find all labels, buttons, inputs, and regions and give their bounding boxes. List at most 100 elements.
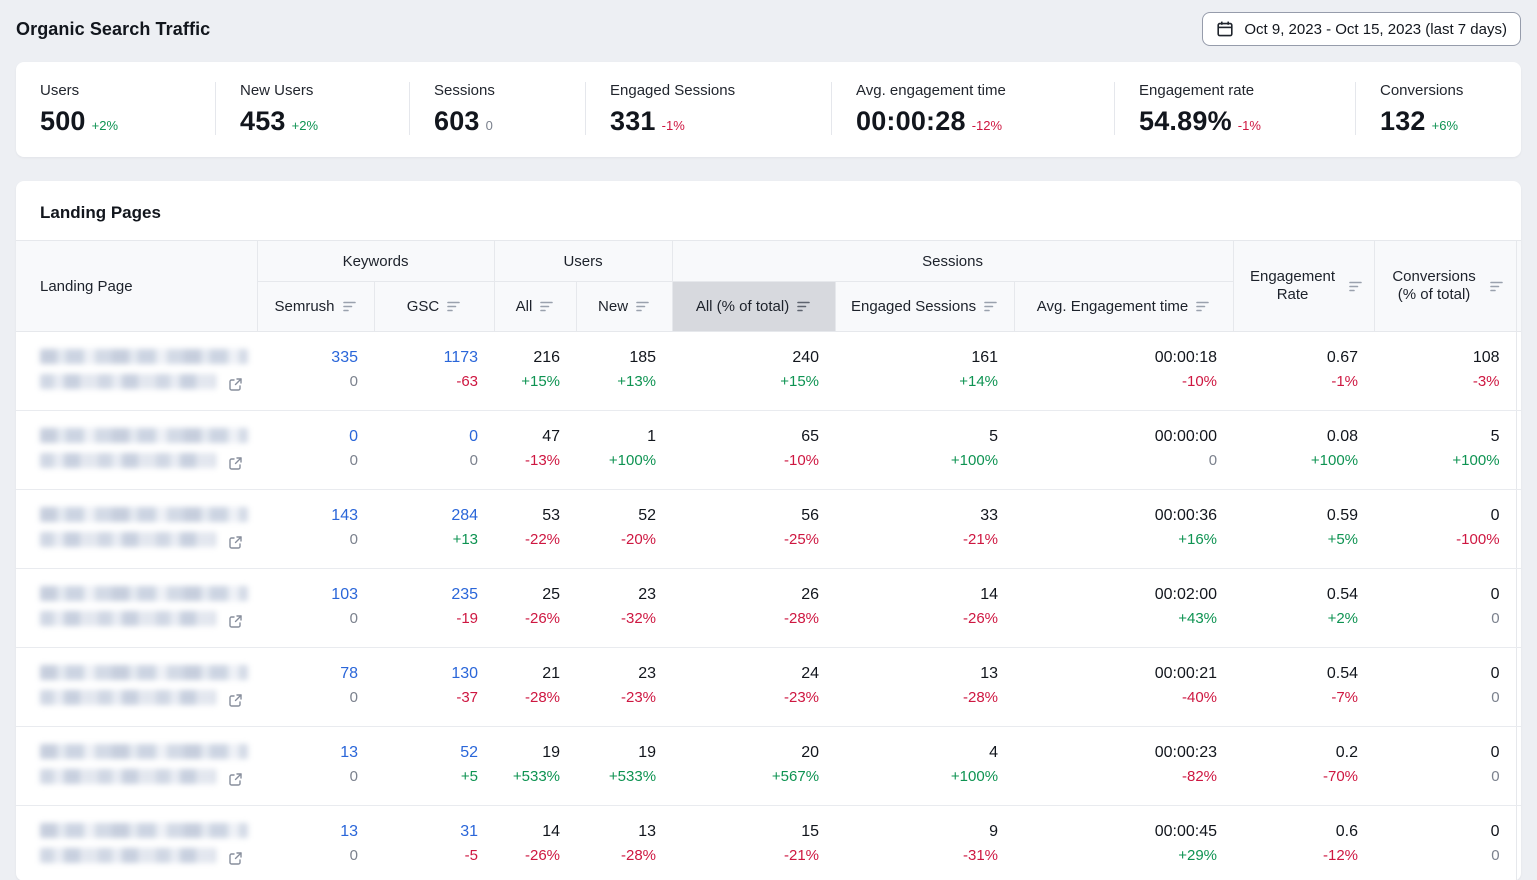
keywords-gsc-change: -19: [380, 607, 478, 631]
landing-pages-title: Landing Pages: [16, 181, 1521, 240]
external-link-icon[interactable]: [228, 693, 243, 708]
avg-engagement-time-change: -10%: [1020, 370, 1217, 394]
cell-engagement-rate: 0.08+100%: [1233, 411, 1374, 490]
keywords-gsc-value[interactable]: 235: [380, 582, 478, 607]
cell-conversions: 00: [1374, 569, 1516, 648]
external-link-icon[interactable]: [228, 614, 243, 629]
cell-users-all: 21-28%: [494, 648, 576, 727]
column-header-landing-page[interactable]: Landing Page: [16, 241, 257, 332]
users-new-change: -32%: [582, 607, 656, 631]
keywords-gsc-value[interactable]: 130: [380, 661, 478, 686]
avg-engagement-time-value: 00:02:00: [1020, 582, 1217, 607]
keywords-gsc-value[interactable]: 52: [380, 740, 478, 765]
cell-engaged-sessions: 5+100%: [835, 411, 1014, 490]
blurred-page-title: [40, 744, 248, 759]
keywords-semrush-value[interactable]: 335: [263, 345, 358, 370]
sessions-all-pct-change: -21%: [678, 844, 819, 868]
landing-page-cell[interactable]: [16, 411, 257, 490]
metric-value-row: 132+6%: [1380, 107, 1521, 135]
keywords-gsc-value[interactable]: 31: [380, 819, 478, 844]
cell-users-new: 185+13%: [576, 332, 672, 411]
sort-icon: [797, 301, 811, 312]
column-header-users-new-label: New: [598, 298, 628, 315]
column-header-conversions[interactable]: Conversions (% of total): [1374, 241, 1516, 332]
keywords-semrush-change: 0: [263, 765, 358, 789]
cell-engaged-sessions: 9-31%: [835, 806, 1014, 880]
cell-avg-engagement-time: 00:00:45+29%: [1014, 806, 1233, 880]
sort-icon: [447, 301, 461, 312]
cell-users-new: 1+100%: [576, 411, 672, 490]
overflow-cell: [1516, 727, 1521, 806]
keywords-semrush-value[interactable]: 13: [263, 819, 358, 844]
keywords-semrush-value[interactable]: 78: [263, 661, 358, 686]
blurred-page-url: [40, 690, 216, 705]
landing-page-cell[interactable]: [16, 490, 257, 569]
landing-page-cell[interactable]: [16, 569, 257, 648]
column-header-engaged-sessions[interactable]: Engaged Sessions: [835, 282, 1014, 332]
column-header-avg-engagement-time[interactable]: Avg. Engagement time: [1014, 282, 1233, 332]
cell-users-all: 19+533%: [494, 727, 576, 806]
cell-keywords-semrush: 1430: [257, 490, 374, 569]
date-range-button[interactable]: Oct 9, 2023 - Oct 15, 2023 (last 7 days): [1202, 12, 1521, 46]
keywords-gsc-value[interactable]: 1173: [380, 345, 478, 370]
landing-page-cell[interactable]: [16, 806, 257, 880]
keywords-semrush-value[interactable]: 103: [263, 582, 358, 607]
keywords-gsc-value[interactable]: 0: [380, 424, 478, 449]
keywords-semrush-change: 0: [263, 528, 358, 552]
keywords-semrush-value[interactable]: 0: [263, 424, 358, 449]
cell-avg-engagement-time: 00:02:00+43%: [1014, 569, 1233, 648]
landing-page-cell[interactable]: [16, 648, 257, 727]
cell-keywords-semrush: 3350: [257, 332, 374, 411]
cell-conversions: 00: [1374, 648, 1516, 727]
cell-engaged-sessions: 14-26%: [835, 569, 1014, 648]
column-header-semrush-label: Semrush: [274, 298, 334, 315]
sort-icon: [984, 301, 998, 312]
column-header-engagement-rate-label: Engagement Rate: [1245, 268, 1341, 304]
column-header-engagement-rate[interactable]: Engagement Rate: [1233, 241, 1374, 332]
engaged-sessions-value: 14: [841, 582, 998, 607]
external-link-icon[interactable]: [228, 535, 243, 550]
users-new-change: +533%: [582, 765, 656, 789]
keywords-semrush-value[interactable]: 13: [263, 740, 358, 765]
keywords-gsc-change: 0: [380, 449, 478, 473]
metric-label: Engaged Sessions: [610, 82, 831, 99]
metric-value-row: 54.89%-1%: [1139, 107, 1355, 135]
cell-avg-engagement-time: 00:00:21-40%: [1014, 648, 1233, 727]
keywords-semrush-value[interactable]: 143: [263, 503, 358, 528]
external-link-icon[interactable]: [228, 851, 243, 866]
engagement-rate-value: 0.6: [1239, 819, 1358, 844]
landing-page-cell[interactable]: [16, 727, 257, 806]
table-row: 1430284+1353-22%52-20%56-25%33-21%00:00:…: [16, 490, 1521, 569]
blurred-page-url: [40, 532, 216, 547]
landing-page-cell[interactable]: [16, 332, 257, 411]
cell-sessions-all-pct: 24-23%: [672, 648, 835, 727]
keywords-gsc-value[interactable]: 284: [380, 503, 478, 528]
column-header-gsc[interactable]: GSC: [374, 282, 494, 332]
metric-value: 54.89%: [1139, 107, 1232, 135]
sessions-all-pct-change: -25%: [678, 528, 819, 552]
table-row: 13052+519+533%19+533%20+567%4+100%00:00:…: [16, 727, 1521, 806]
cell-engagement-rate: 0.54-7%: [1233, 648, 1374, 727]
external-link-icon[interactable]: [228, 377, 243, 392]
users-new-value: 23: [582, 661, 656, 686]
cell-conversions: 5+100%: [1374, 411, 1516, 490]
users-new-value: 13: [582, 819, 656, 844]
landing-page-line2: [40, 769, 249, 784]
table-row: 000047-13%1+100%65-10%5+100%00:00:0000.0…: [16, 411, 1521, 490]
engagement-rate-change: +100%: [1239, 449, 1358, 473]
cell-users-all: 47-13%: [494, 411, 576, 490]
column-header-users-all[interactable]: All: [494, 282, 576, 332]
keywords-gsc-change: +5: [380, 765, 478, 789]
column-header-semrush[interactable]: Semrush: [257, 282, 374, 332]
engaged-sessions-value: 13: [841, 661, 998, 686]
column-header-users-new[interactable]: New: [576, 282, 672, 332]
external-link-icon[interactable]: [228, 456, 243, 471]
metric-label: New Users: [240, 82, 409, 99]
column-header-sessions-all-pct[interactable]: All (% of total): [672, 282, 835, 332]
users-all-value: 14: [500, 819, 560, 844]
external-link-icon[interactable]: [228, 772, 243, 787]
metric-sessions: Sessions6030: [409, 82, 585, 135]
conversions-change: -3%: [1380, 370, 1500, 394]
blurred-page-title: [40, 586, 248, 601]
engagement-rate-value: 0.08: [1239, 424, 1358, 449]
